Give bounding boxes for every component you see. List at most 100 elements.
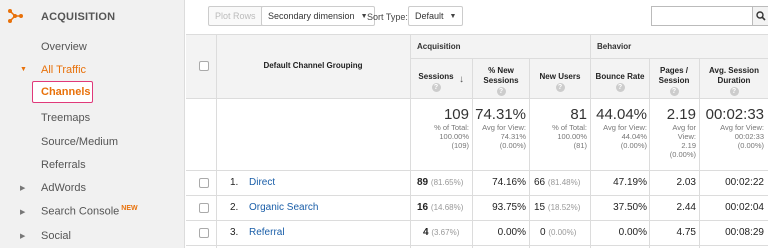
total-sub: (109) bbox=[451, 141, 469, 150]
section-title: ACQUISITION bbox=[41, 11, 116, 23]
sidebar-item-overview[interactable]: Overview bbox=[0, 35, 185, 58]
row-checkbox[interactable] bbox=[199, 228, 209, 238]
divider bbox=[472, 58, 473, 248]
select-all-checkbox[interactable] bbox=[199, 61, 209, 71]
pages-session-value: 2.03 bbox=[676, 177, 696, 188]
expand-down-icon: ▼ bbox=[20, 66, 27, 73]
col-label: Avg. Session Duration bbox=[709, 66, 759, 85]
divider bbox=[410, 34, 411, 248]
search-icon bbox=[756, 11, 766, 21]
sort-type-dropdown[interactable]: Default ▼ bbox=[408, 6, 464, 26]
channel-link[interactable]: Direct bbox=[249, 177, 275, 188]
total-value: 74.31% bbox=[475, 106, 526, 123]
total-value: 00:02:33 bbox=[705, 106, 764, 123]
acquisition-section-header[interactable]: ACQUISITION bbox=[0, 0, 185, 34]
total-sub: (81) bbox=[573, 141, 587, 150]
sort-type-value: Default bbox=[415, 11, 444, 21]
col-new-sessions[interactable]: % New Sessions ? bbox=[474, 66, 528, 96]
sidebar-item-label: Channels bbox=[41, 86, 91, 98]
sidebar-item-source-medium[interactable]: Source/Medium bbox=[0, 130, 185, 153]
acquisition-group-header: Acquisition bbox=[417, 42, 461, 51]
divider bbox=[216, 34, 217, 248]
help-icon[interactable]: ? bbox=[496, 87, 506, 96]
bounce-rate-value: 37.50% bbox=[613, 202, 647, 213]
sidebar-item-adwords[interactable]: ▶ AdWords bbox=[0, 176, 185, 199]
plot-rows-label: Plot Rows bbox=[215, 11, 256, 21]
table-search-input[interactable] bbox=[651, 6, 753, 26]
sidebar-item-label: Search Console bbox=[41, 205, 120, 218]
row-checkbox[interactable] bbox=[199, 178, 209, 188]
new-badge: NEW bbox=[121, 205, 138, 213]
new-users-value: 0 bbox=[540, 227, 546, 238]
total-sub: Avg for View: bbox=[720, 123, 764, 132]
sidebar-item-treemaps[interactable]: Treemaps bbox=[0, 106, 185, 129]
total-pages-session: 2.19 Avg for View: 2.19 (0.00%) bbox=[651, 106, 696, 159]
divider bbox=[529, 58, 530, 248]
sessions-cell: 89 (81.65%) bbox=[417, 177, 463, 188]
divider bbox=[186, 34, 768, 35]
sidebar-item-referrals[interactable]: Referrals bbox=[0, 153, 185, 176]
report-toolbar: Plot Rows Secondary dimension ▼ Sort Typ… bbox=[186, 0, 768, 34]
sessions-value: 16 bbox=[417, 202, 429, 213]
col-avg-session-duration[interactable]: Avg. Session Duration ? bbox=[701, 66, 767, 96]
plot-rows-button[interactable]: Plot Rows bbox=[208, 6, 263, 26]
row-checkbox[interactable] bbox=[199, 203, 209, 213]
total-sub: 74.31% bbox=[500, 132, 526, 141]
divider bbox=[186, 220, 768, 221]
channel-link[interactable]: Referral bbox=[249, 227, 285, 238]
sidebar-item-social[interactable]: ▶ Social bbox=[0, 224, 185, 247]
sidebar-item-label: Treemaps bbox=[41, 111, 91, 124]
search-button[interactable] bbox=[752, 6, 768, 26]
total-sub: (0.00%) bbox=[620, 141, 647, 150]
help-icon[interactable]: ? bbox=[615, 83, 625, 92]
total-sub: 00:02:33 bbox=[734, 132, 764, 141]
caret-down-icon: ▼ bbox=[449, 12, 457, 20]
total-sub: Avg for View: bbox=[482, 123, 526, 132]
col-sessions[interactable]: Sessions ? bbox=[412, 72, 460, 92]
new-users-pct: (81.48%) bbox=[547, 178, 581, 187]
col-label: Pages / Session bbox=[658, 66, 690, 85]
channel-link[interactable]: Organic Search bbox=[249, 202, 318, 213]
bounce-rate-value: 0.00% bbox=[618, 227, 647, 238]
sidebar-item-search-console[interactable]: ▶ Search Console NEW bbox=[0, 200, 185, 223]
help-icon[interactable]: ? bbox=[555, 83, 565, 92]
total-new-users: 81 % of Total: 100.00% (81) bbox=[531, 106, 587, 150]
new-users-pct: (0.00%) bbox=[548, 228, 577, 237]
expand-right-icon: ▶ bbox=[20, 232, 26, 240]
sidebar-item-all-traffic[interactable]: ▼ All Traffic bbox=[0, 58, 185, 81]
total-sub: 44.04% bbox=[621, 132, 647, 141]
help-icon[interactable]: ? bbox=[669, 87, 679, 96]
pages-session-value: 2.44 bbox=[676, 202, 696, 213]
divider bbox=[649, 58, 650, 248]
col-new-users[interactable]: New Users ? bbox=[531, 72, 589, 92]
sessions-value: 4 bbox=[423, 227, 429, 238]
help-icon[interactable]: ? bbox=[729, 87, 739, 96]
total-avg-duration: 00:02:33 Avg for View: 00:02:33 (0.00%) bbox=[701, 106, 764, 150]
sidebar-item-label: Social bbox=[41, 229, 71, 242]
divider bbox=[699, 58, 700, 248]
total-value: 109 bbox=[443, 106, 469, 123]
total-bounce-rate: 44.04% Avg for View: 44.04% (0.00%) bbox=[592, 106, 647, 150]
col-pages-session[interactable]: Pages / Session ? bbox=[651, 66, 697, 96]
sort-type-label: Sort Type: bbox=[367, 12, 408, 22]
secondary-dimension-dropdown[interactable]: Secondary dimension ▼ bbox=[261, 6, 375, 26]
help-icon[interactable]: ? bbox=[431, 83, 441, 92]
dimension-header[interactable]: Default Channel Grouping bbox=[218, 61, 408, 71]
duration-value: 00:08:29 bbox=[725, 227, 764, 238]
new-users-cell: 0 (0.00%) bbox=[540, 227, 576, 238]
total-sub: % of Total: bbox=[434, 123, 469, 132]
total-sub: % of Total: bbox=[552, 123, 587, 132]
sessions-pct: (81.65%) bbox=[430, 178, 464, 187]
col-label: % New Sessions bbox=[483, 66, 519, 85]
total-sessions: 109 % of Total: 100.00% (109) bbox=[412, 106, 469, 150]
sidebar-item-label: Source/Medium bbox=[41, 135, 119, 148]
col-label: Bounce Rate bbox=[595, 72, 645, 81]
sidebar-item-label: Referrals bbox=[41, 158, 86, 171]
divider bbox=[410, 58, 768, 59]
col-bounce-rate[interactable]: Bounce Rate ? bbox=[592, 72, 648, 92]
behavior-group-header: Behavior bbox=[597, 42, 632, 51]
sidebar-item-channels[interactable]: Channels bbox=[32, 81, 93, 103]
sort-descending-icon[interactable]: ↓ bbox=[459, 74, 464, 85]
new-users-value: 66 bbox=[534, 177, 546, 188]
secondary-dimension-label: Secondary dimension bbox=[268, 11, 355, 21]
